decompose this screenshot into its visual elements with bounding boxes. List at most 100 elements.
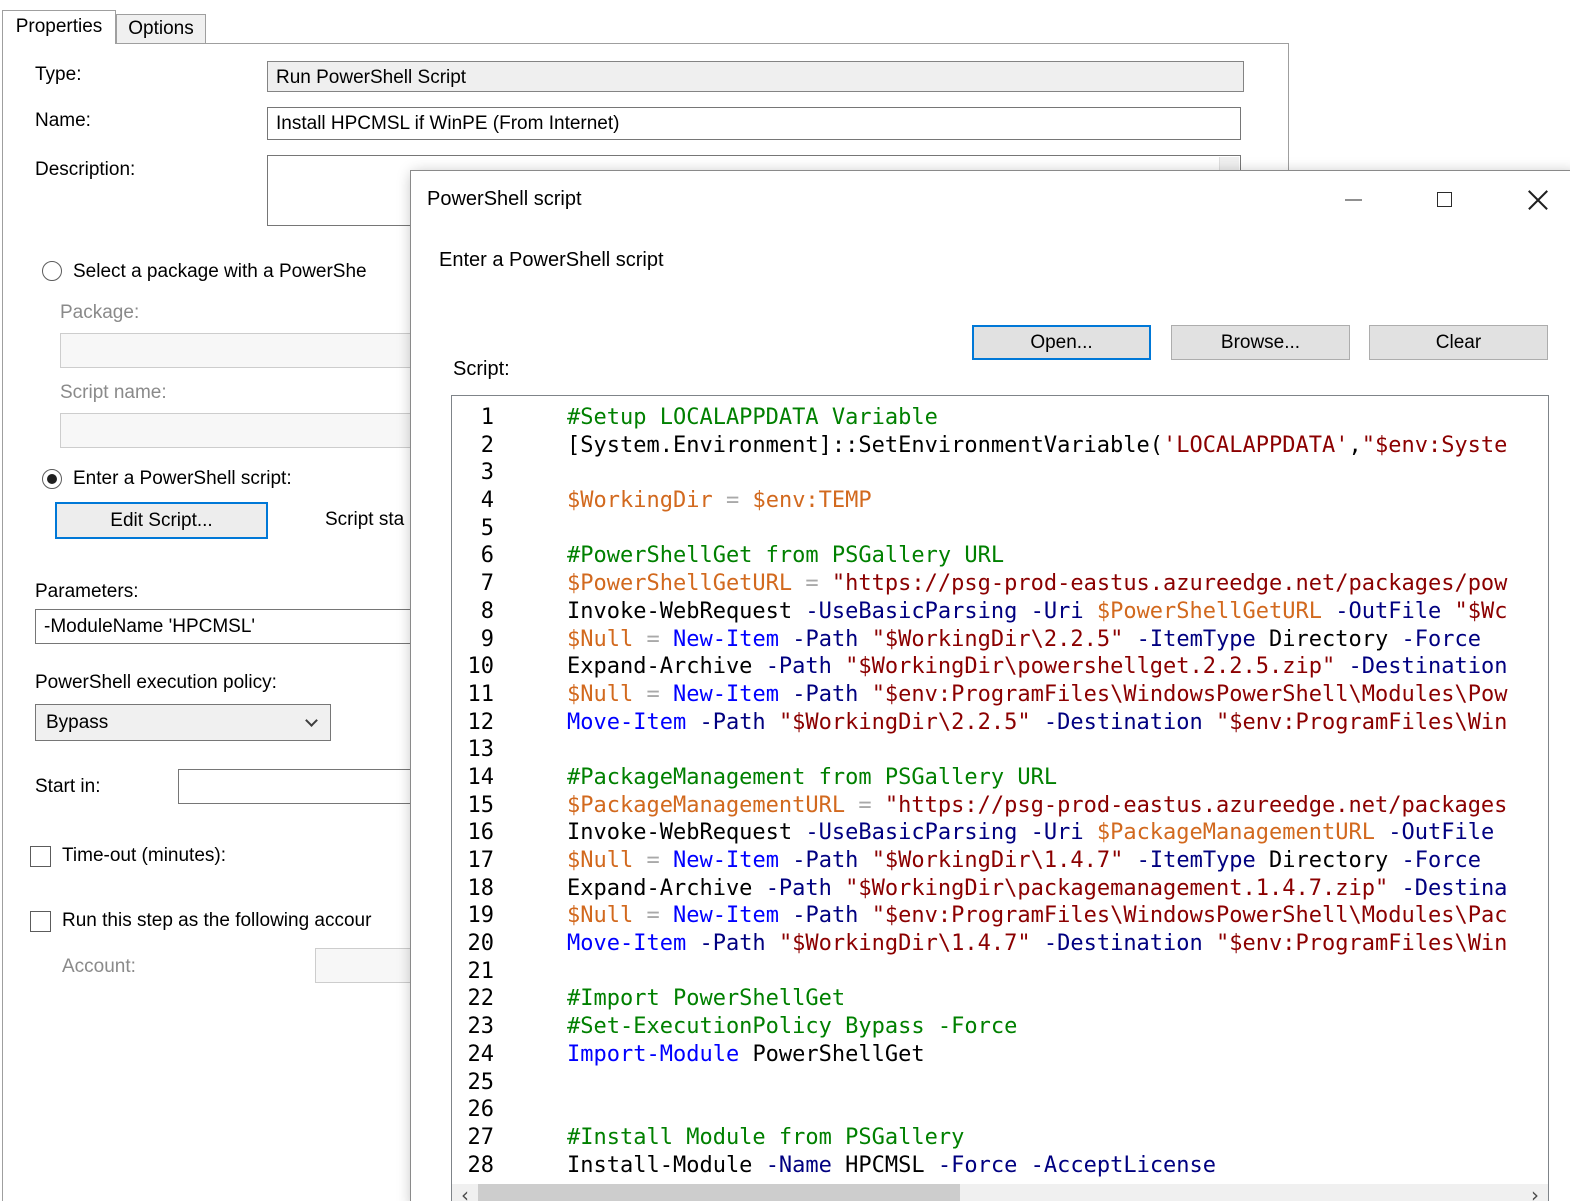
code-line: 21	[452, 958, 1548, 986]
code-text: #Install Module from PSGallery	[494, 1124, 964, 1152]
scrollbar-thumb[interactable]	[478, 1184, 960, 1201]
line-number: 22	[452, 985, 494, 1013]
dialog-title: PowerShell script	[427, 171, 582, 228]
code-line: 7$PowerShellGetURL = "https://psg-prod-e…	[452, 570, 1548, 598]
code-text: Move-Item -Path "$WorkingDir\1.4.7" -Des…	[494, 930, 1507, 958]
execution-policy-value: Bypass	[46, 712, 108, 733]
run-as-checkbox[interactable]	[30, 911, 51, 932]
radio-select-package[interactable]	[42, 261, 62, 281]
line-number: 1	[452, 404, 494, 432]
line-number: 17	[452, 847, 494, 875]
code-line: 4$WorkingDir = $env:TEMP	[452, 487, 1548, 515]
line-number: 6	[452, 542, 494, 570]
code-line: 20Move-Item -Path "$WorkingDir\1.4.7" -D…	[452, 930, 1548, 958]
scroll-left-icon[interactable]: ‹	[452, 1184, 478, 1201]
line-number: 2	[452, 432, 494, 460]
line-number: 28	[452, 1152, 494, 1180]
code-line: 17$Null = New-Item -Path "$WorkingDir\1.…	[452, 847, 1548, 875]
code-line: 9$Null = New-Item -Path "$WorkingDir\2.2…	[452, 626, 1548, 654]
line-number: 23	[452, 1013, 494, 1041]
close-button[interactable]	[1515, 171, 1561, 228]
line-number: 15	[452, 792, 494, 820]
minimize-button[interactable]	[1330, 171, 1376, 228]
line-number: 7	[452, 570, 494, 598]
code-text: #Setup LOCALAPPDATA Variable	[494, 404, 938, 432]
line-number: 10	[452, 653, 494, 681]
code-text: #PowerShellGet from PSGallery URL	[494, 542, 1004, 570]
code-line: 3	[452, 459, 1548, 487]
code-line: 11$Null = New-Item -Path "$env:ProgramFi…	[452, 681, 1548, 709]
package-label: Package:	[60, 302, 139, 324]
code-text: Expand-Archive -Path "$WorkingDir\powers…	[494, 653, 1507, 681]
powershell-script-dialog: PowerShell script Enter a PowerShell scr…	[410, 170, 1570, 1201]
script-editor[interactable]: 1#Setup LOCALAPPDATA Variable2[System.En…	[451, 395, 1549, 1201]
code-text: Expand-Archive -Path "$WorkingDir\packag…	[494, 875, 1507, 903]
radio-enter-script-label: Enter a PowerShell script:	[73, 468, 292, 490]
name-field[interactable]: Install HPCMSL if WinPE (From Internet)	[267, 107, 1241, 140]
scroll-right-icon[interactable]: ›	[1522, 1184, 1548, 1201]
line-number: 13	[452, 736, 494, 764]
code-text: $Null = New-Item -Path "$env:ProgramFile…	[494, 681, 1507, 709]
edit-script-button[interactable]: Edit Script...	[55, 502, 268, 539]
code-line: 19$Null = New-Item -Path "$env:ProgramFi…	[452, 902, 1548, 930]
code-text: #PackageManagement from PSGallery URL	[494, 764, 1057, 792]
timeout-label: Time-out (minutes):	[62, 845, 226, 867]
clear-button[interactable]: Clear	[1369, 325, 1548, 360]
browse-button[interactable]: Browse...	[1171, 325, 1350, 360]
line-number: 9	[452, 626, 494, 654]
execution-policy-dropdown[interactable]: Bypass	[35, 704, 331, 741]
code-text: $Null = New-Item -Path "$WorkingDir\1.4.…	[494, 847, 1481, 875]
tab-options[interactable]: Options	[116, 14, 206, 43]
line-number: 26	[452, 1096, 494, 1124]
code-line: 24Import-Module PowerShellGet	[452, 1041, 1548, 1069]
code-text: $PowerShellGetURL = "https://psg-prod-ea…	[494, 570, 1507, 598]
close-icon	[1526, 188, 1550, 212]
code-text: #Set-ExecutionPolicy Bypass -Force	[494, 1013, 1017, 1041]
execution-policy-label: PowerShell execution policy:	[35, 672, 277, 694]
code-line: 25	[452, 1069, 1548, 1097]
line-number: 11	[452, 681, 494, 709]
line-number: 27	[452, 1124, 494, 1152]
line-number: 25	[452, 1069, 494, 1097]
timeout-checkbox[interactable]	[30, 846, 51, 867]
line-number: 18	[452, 875, 494, 903]
maximize-button[interactable]	[1421, 171, 1467, 228]
code-text	[494, 1069, 567, 1097]
type-label: Type:	[35, 64, 81, 86]
code-line: 23#Set-ExecutionPolicy Bypass -Force	[452, 1013, 1548, 1041]
run-as-label: Run this step as the following accour	[62, 910, 371, 932]
line-number: 4	[452, 487, 494, 515]
code-line: 18Expand-Archive -Path "$WorkingDir\pack…	[452, 875, 1548, 903]
line-number: 19	[452, 902, 494, 930]
code-line: 16Invoke-WebRequest -UseBasicParsing -Ur…	[452, 819, 1548, 847]
code-line: 12Move-Item -Path "$WorkingDir\2.2.5" -D…	[452, 709, 1548, 737]
code-text: Invoke-WebRequest -UseBasicParsing -Uri …	[494, 598, 1507, 626]
radio-select-package-label: Select a package with a PowerShe	[73, 261, 367, 283]
account-label: Account:	[62, 956, 136, 978]
h-scrollbar[interactable]: ‹ ›	[452, 1184, 1548, 1201]
line-number: 8	[452, 598, 494, 626]
code-text: $PackageManagementURL = "https://psg-pro…	[494, 792, 1507, 820]
radio-enter-script[interactable]	[42, 469, 62, 489]
line-number: 5	[452, 515, 494, 543]
description-label: Description:	[35, 159, 135, 181]
code-line: 22#Import PowerShellGet	[452, 985, 1548, 1013]
code-text: Install-Module -Name HPCMSL -Force -Acce…	[494, 1152, 1216, 1180]
code-line: 5	[452, 515, 1548, 543]
start-in-label: Start in:	[35, 776, 100, 798]
line-number: 16	[452, 819, 494, 847]
code-text: Invoke-WebRequest -UseBasicParsing -Uri …	[494, 819, 1494, 847]
code-line: 6#PowerShellGet from PSGallery URL	[452, 542, 1548, 570]
code-line: 27#Install Module from PSGallery	[452, 1124, 1548, 1152]
script-status-label: Script sta	[325, 509, 404, 531]
minimize-icon	[1345, 199, 1362, 201]
name-label: Name:	[35, 110, 91, 132]
type-field: Run PowerShell Script	[267, 61, 1244, 92]
code-line: 8Invoke-WebRequest -UseBasicParsing -Uri…	[452, 598, 1548, 626]
code-text: $Null = New-Item -Path "$WorkingDir\2.2.…	[494, 626, 1481, 654]
code-text: #Import PowerShellGet	[494, 985, 845, 1013]
open-button[interactable]: Open...	[972, 325, 1151, 360]
tab-properties[interactable]: Properties	[2, 10, 116, 44]
maximize-icon	[1437, 192, 1452, 207]
code-line: 1#Setup LOCALAPPDATA Variable	[452, 404, 1548, 432]
